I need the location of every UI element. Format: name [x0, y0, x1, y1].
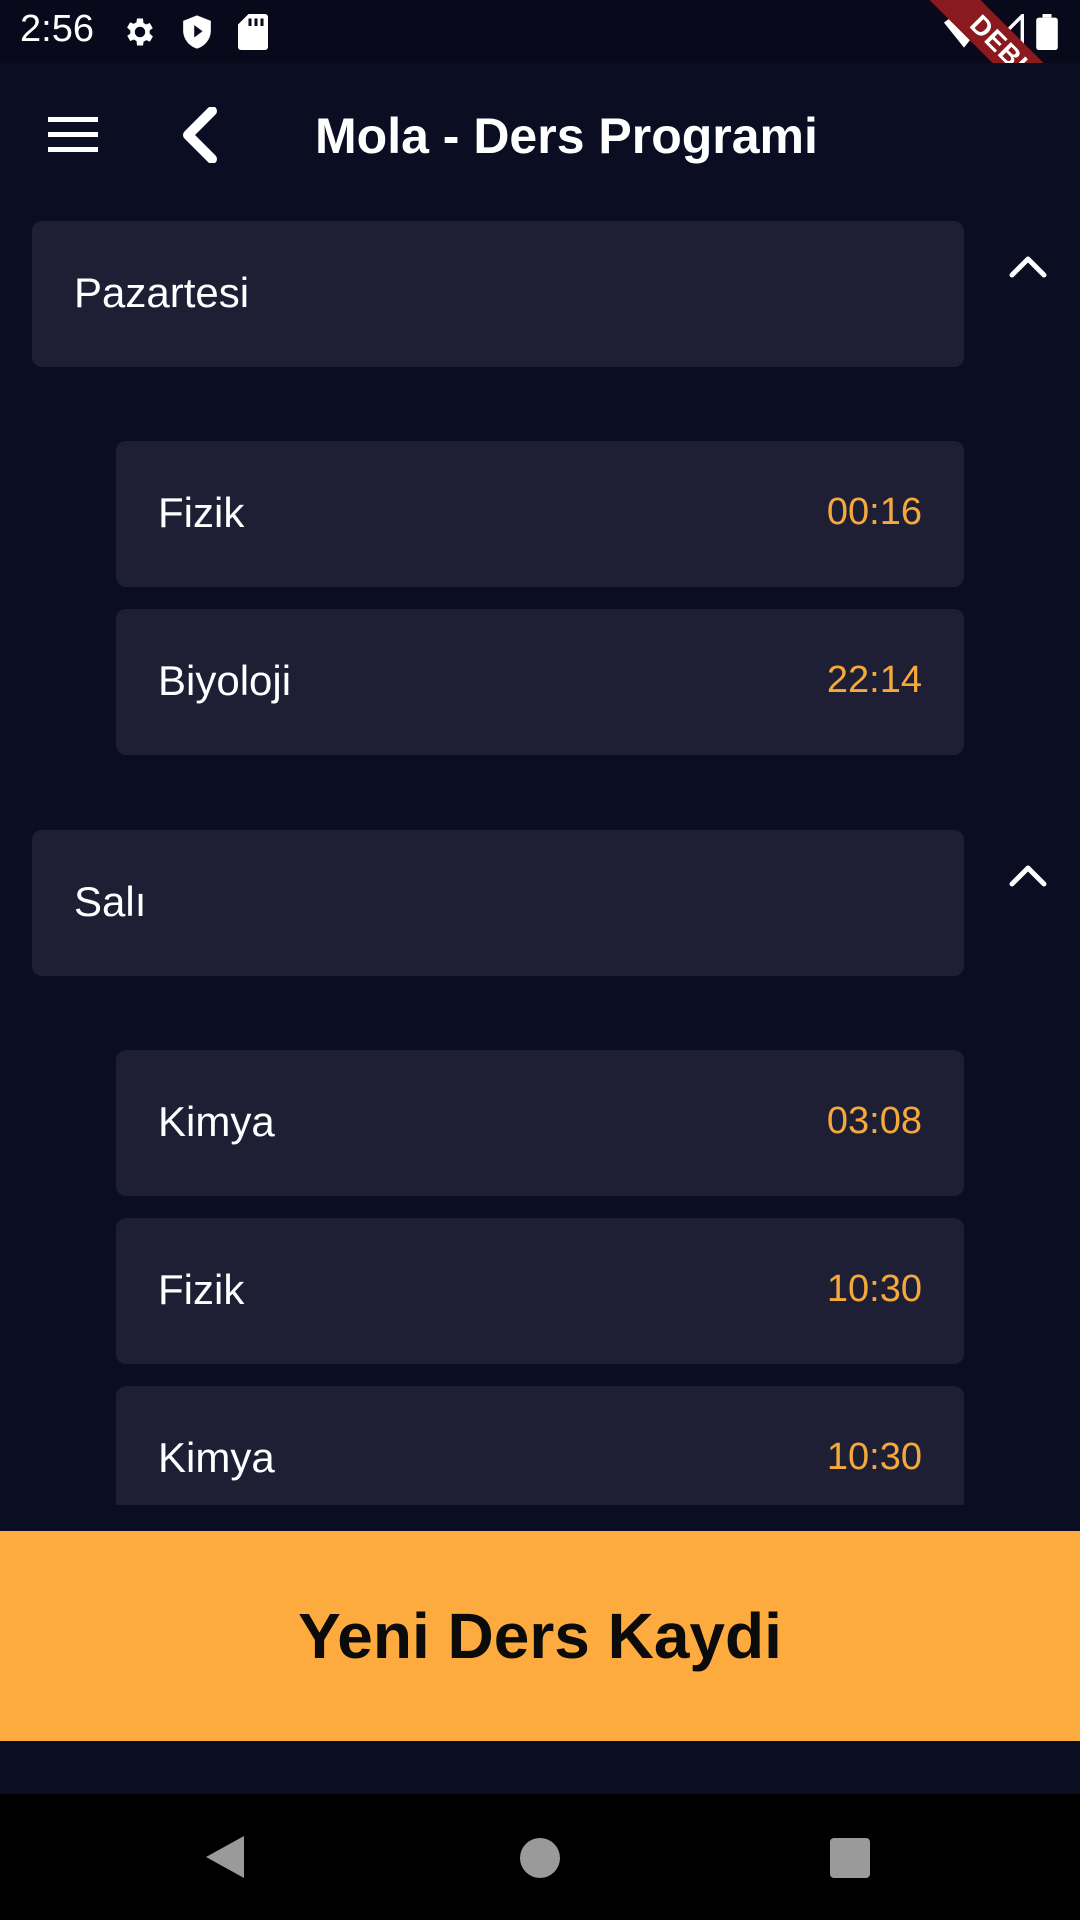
day-label: Pazartesi [74, 269, 250, 316]
shield-play-icon [180, 14, 214, 55]
chevron-up-icon[interactable] [1006, 860, 1050, 890]
day-label: Salı [74, 878, 147, 925]
lesson-item[interactable]: Kimya 03:08 [116, 1050, 964, 1196]
back-chevron-icon[interactable] [176, 106, 226, 164]
app-screen: 2:56 DEBUG Mola - Ders Programi Pazartes… [0, 0, 1080, 1920]
nav-recents-icon[interactable] [830, 1838, 870, 1878]
lesson-item[interactable]: Fizik 10:30 [116, 1218, 964, 1364]
lesson-name: Fizik [158, 489, 245, 536]
lesson-item[interactable]: Biyoloji 22:14 [116, 609, 964, 755]
status-bar: 2:56 [0, 0, 1080, 63]
schedule-list[interactable]: Pazartesi Fizik 00:16 Biyoloji 22:14 Sal… [0, 210, 1080, 1505]
system-nav-bar [0, 1794, 1080, 1920]
lesson-item[interactable]: Kimya 10:30 [116, 1386, 964, 1505]
lesson-name: Fizik [158, 1266, 245, 1313]
chevron-up-icon[interactable] [1006, 251, 1050, 281]
menu-icon[interactable] [48, 115, 98, 155]
lesson-time: 22:14 [826, 659, 922, 701]
app-bar: Mola - Ders Programi [0, 63, 1080, 210]
lesson-name: Kimya [158, 1098, 275, 1145]
lesson-time: 03:08 [826, 1100, 922, 1142]
lesson-time: 00:16 [826, 491, 922, 533]
nav-home-icon[interactable] [520, 1838, 560, 1878]
lesson-time: 10:30 [826, 1436, 922, 1478]
day-header-sali[interactable]: Salı [32, 830, 964, 976]
status-time: 2:56 [20, 8, 94, 50]
gear-icon [122, 14, 158, 55]
day-header-pazartesi[interactable]: Pazartesi [32, 221, 964, 367]
page-title: Mola - Ders Programi [315, 108, 818, 164]
lesson-time: 10:30 [826, 1268, 922, 1310]
lesson-name: Kimya [158, 1434, 275, 1481]
lesson-item[interactable]: Fizik 00:16 [116, 441, 964, 587]
new-lesson-button[interactable]: Yeni Ders Kaydi [0, 1531, 1080, 1741]
sd-card-icon [238, 14, 268, 55]
nav-back-icon[interactable] [204, 1834, 246, 1885]
lesson-name: Biyoloji [158, 657, 292, 704]
battery-icon [1036, 14, 1058, 55]
